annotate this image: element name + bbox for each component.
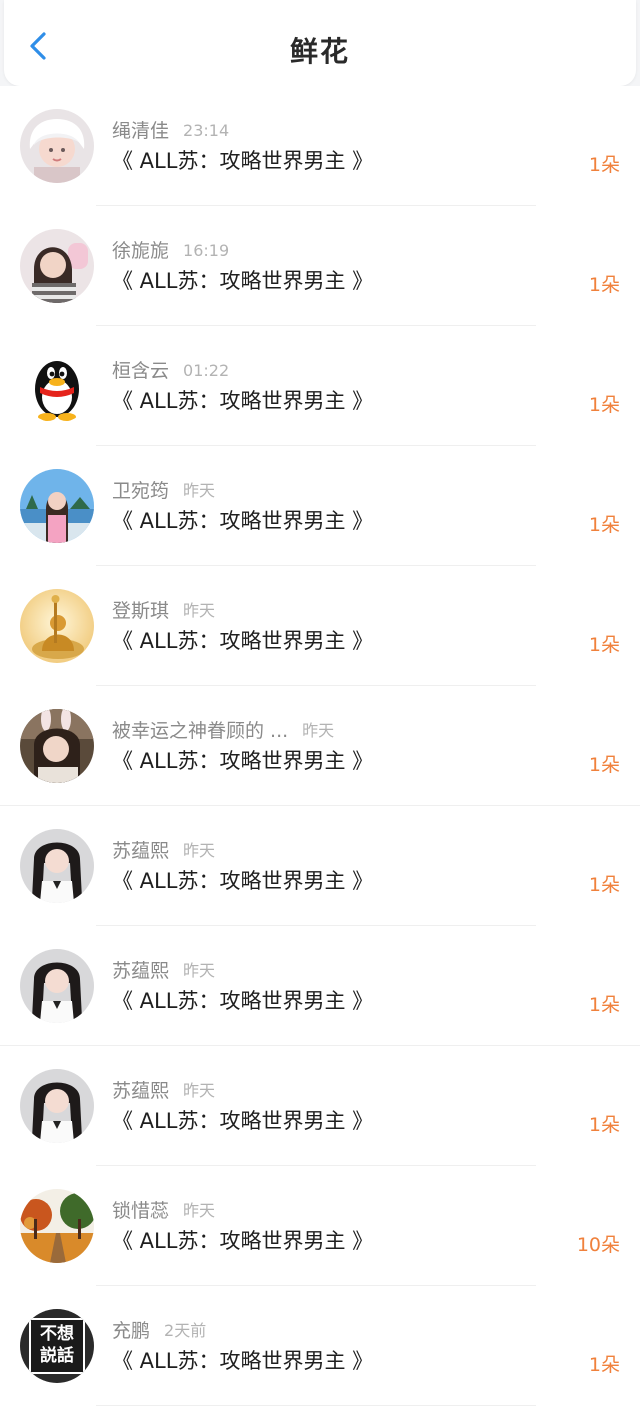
book-title: 《 ALL苏：攻略世界男主 》 [112, 869, 374, 893]
list-item[interactable]: 锁惜蕊 昨天 《 ALL苏：攻略世界男主 》 10朵 [0, 1166, 640, 1286]
flower-count: 1朵 [588, 514, 620, 536]
avatar[interactable] [20, 829, 94, 903]
list-item[interactable]: 绳清佳 23:14 《 ALL苏：攻略世界男主 》 1朵 [0, 86, 640, 206]
flower-count: 1朵 [588, 394, 620, 416]
header-bar: 鲜花 [4, 0, 636, 86]
list-item[interactable]: 卫宛筠 昨天 《 ALL苏：攻略世界男主 》 1朵 [0, 446, 640, 566]
avatar[interactable] [20, 229, 94, 303]
user-name[interactable]: 徐旎旎 [112, 240, 169, 262]
time-label: 昨天 [183, 961, 216, 980]
penguin-icon [20, 349, 94, 423]
book-title: 《 ALL苏：攻略世界男主 》 [112, 149, 374, 173]
avatar[interactable] [20, 469, 94, 543]
flower-count: 1朵 [588, 1114, 620, 1136]
flower-count: 10朵 [576, 1234, 620, 1256]
book-title: 《 ALL苏：攻略世界男主 》 [112, 1349, 374, 1373]
avatar[interactable] [20, 109, 94, 183]
user-name[interactable]: 桓含云 [112, 360, 169, 382]
book-title: 《 ALL苏：攻略世界男主 》 [112, 749, 374, 773]
time-label: 16:19 [183, 241, 230, 260]
avatar[interactable]: 不想 説話 [20, 1309, 94, 1383]
list-item[interactable]: 苏蕴熙 昨天 《 ALL苏：攻略世界男主 》 1朵 [0, 1046, 640, 1166]
user-name[interactable]: 登斯琪 [112, 600, 169, 622]
list-item[interactable]: 徐旎旎 16:19 《 ALL苏：攻略世界男主 》 1朵 [0, 206, 640, 326]
list-item[interactable]: 苏蕴熙 昨天 《 ALL苏：攻略世界男主 》 1朵 [0, 926, 640, 1046]
time-label: 23:14 [183, 121, 230, 140]
flower-count: 1朵 [588, 754, 620, 776]
user-name[interactable]: 充鹏 [112, 1320, 150, 1342]
user-name[interactable]: 苏蕴熙 [112, 840, 169, 862]
flower-count: 1朵 [588, 274, 620, 296]
avatar[interactable] [20, 709, 94, 783]
time-label: 昨天 [183, 841, 216, 860]
list-item[interactable]: 登斯琪 昨天 《 ALL苏：攻略世界男主 》 1朵 [0, 566, 640, 686]
list-item[interactable]: 被幸运之神眷顾的 ... 昨天 《 ALL苏：攻略世界男主 》 1朵 [0, 686, 640, 806]
time-label: 昨天 [183, 481, 216, 500]
book-title: 《 ALL苏：攻略世界男主 》 [112, 509, 374, 533]
book-title: 《 ALL苏：攻略世界男主 》 [112, 269, 374, 293]
book-title: 《 ALL苏：攻略世界男主 》 [112, 629, 374, 653]
avatar[interactable] [20, 349, 94, 423]
book-title: 《 ALL苏：攻略世界男主 》 [112, 1109, 374, 1133]
book-title: 《 ALL苏：攻略世界男主 》 [112, 1229, 374, 1253]
avatar[interactable] [20, 1189, 94, 1263]
flower-count: 1朵 [588, 1354, 620, 1376]
book-title: 《 ALL苏：攻略世界男主 》 [112, 389, 374, 413]
time-label: 2天前 [164, 1321, 207, 1340]
user-name[interactable]: 卫宛筠 [112, 480, 169, 502]
user-name[interactable]: 苏蕴熙 [112, 1080, 169, 1102]
user-name[interactable]: 绳清佳 [112, 120, 169, 142]
flower-list: 绳清佳 23:14 《 ALL苏：攻略世界男主 》 1朵 徐旎旎 16:19 《 A… [0, 86, 640, 1406]
flower-count: 1朵 [588, 634, 620, 656]
avatar[interactable] [20, 589, 94, 663]
user-name[interactable]: 锁惜蕊 [112, 1200, 169, 1222]
page-title: 鲜花 [289, 35, 350, 68]
time-label: 昨天 [183, 601, 216, 620]
svg-text:不想: 不想 [40, 1323, 74, 1344]
avatar[interactable] [20, 1069, 94, 1143]
user-name[interactable]: 被幸运之神眷顾的 ... [112, 720, 288, 742]
flower-count: 1朵 [588, 154, 620, 176]
avatar[interactable] [20, 949, 94, 1023]
time-label: 01:22 [183, 361, 230, 380]
svg-text:説話: 説話 [40, 1345, 74, 1366]
flower-count: 1朵 [588, 994, 620, 1016]
flower-count: 1朵 [588, 874, 620, 896]
book-title: 《 ALL苏：攻略世界男主 》 [112, 989, 374, 1013]
time-label: 昨天 [302, 721, 335, 740]
list-item[interactable]: 不想 説話 充鹏 2天前 《 ALL苏：攻略世界男主 》 1朵 [0, 1286, 640, 1406]
time-label: 昨天 [183, 1081, 216, 1100]
list-item[interactable]: 苏蕴熙 昨天 《 ALL苏：攻略世界男主 》 1朵 [0, 806, 640, 926]
user-name[interactable]: 苏蕴熙 [112, 960, 169, 982]
time-label: 昨天 [183, 1201, 216, 1220]
list-item[interactable]: 桓含云 01:22 《 ALL苏：攻略世界男主 》 1朵 [0, 326, 640, 446]
